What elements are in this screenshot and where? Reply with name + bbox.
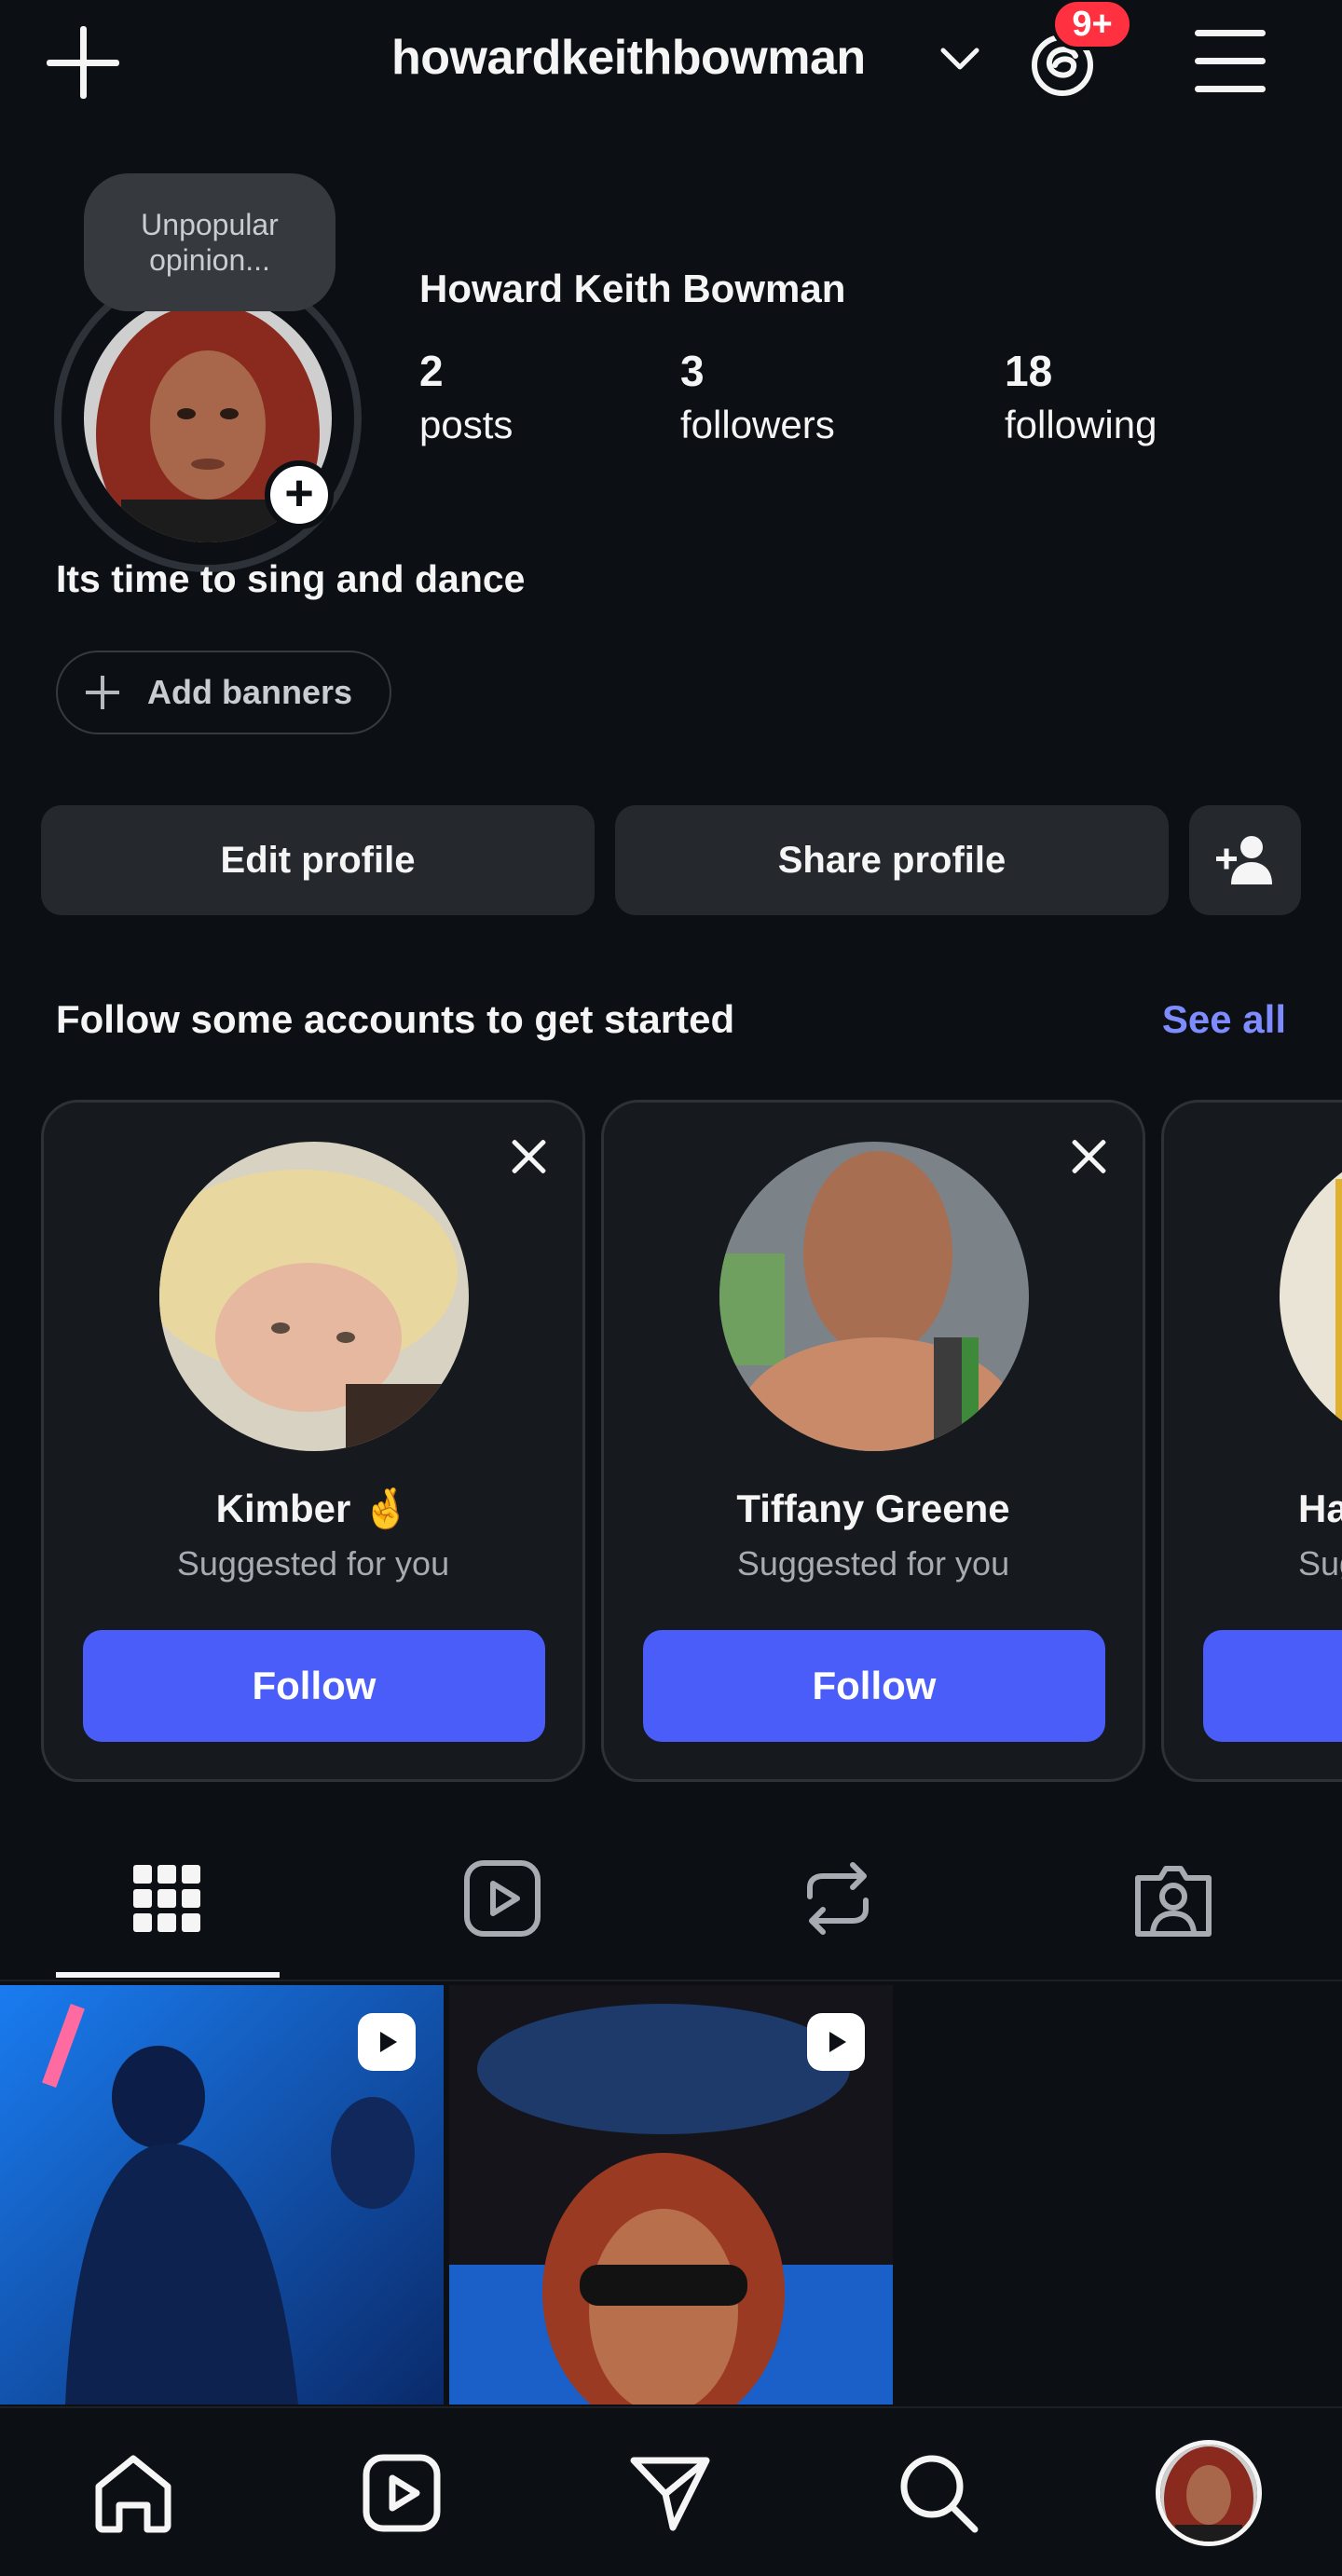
suggestion-card[interactable]: Tiffany Greene Suggested for you Follow [601, 1100, 1145, 1782]
suggestion-subtitle: Sug [1298, 1544, 1342, 1583]
suggestion-card[interactable]: Kimber 🤞 Suggested for you Follow [41, 1100, 585, 1782]
suggestion-avatar[interactable] [159, 1142, 469, 1451]
direct-icon [630, 2457, 710, 2531]
reels-icon [464, 1860, 541, 1937]
discover-people-button[interactable] [1189, 805, 1301, 915]
reel-badge-icon [358, 2013, 416, 2071]
edit-profile-button[interactable]: Edit profile [41, 805, 595, 915]
tab-grid[interactable] [125, 1857, 209, 1940]
reels-icon [363, 2454, 441, 2532]
plus-icon[interactable] [47, 26, 119, 99]
tab-reels[interactable] [460, 1857, 544, 1940]
suggestion-subtitle: Suggested for you [176, 1544, 450, 1583]
post-thumbnail[interactable] [0, 1985, 444, 2405]
grid-icon [133, 1865, 200, 1932]
plus-icon [86, 676, 119, 709]
note-text: Unpopular opinion... [141, 208, 279, 277]
stat-following[interactable]: 18 following [1005, 343, 1157, 451]
reel-badge-icon [807, 2013, 865, 2071]
see-all-link[interactable]: See all [1162, 997, 1286, 1042]
add-story-button[interactable]: + [265, 460, 334, 529]
nav-reels[interactable] [360, 2451, 444, 2535]
stat-value: 2 [419, 347, 444, 395]
close-icon[interactable] [1068, 1136, 1109, 1177]
top-bar: howardkeithbowman 9+ [0, 0, 1342, 126]
suggestion-card[interactable]: Ha Sug [1161, 1100, 1342, 1782]
stat-value: 3 [680, 347, 705, 395]
notification-badge: 9+ [1051, 0, 1133, 50]
bio: Its time to sing and dance [56, 557, 526, 600]
stat-label: followers [680, 403, 835, 446]
share-profile-button[interactable]: Share profile [615, 805, 1169, 915]
home-icon [95, 2455, 171, 2533]
bottom-nav [0, 2406, 1342, 2576]
stat-value: 18 [1005, 347, 1053, 395]
stat-label: posts [419, 403, 514, 446]
close-icon[interactable] [508, 1136, 549, 1177]
suggestions-title: Follow some accounts to get started [56, 997, 735, 1041]
active-tab-indicator [56, 1972, 280, 1978]
username-switcher[interactable]: howardkeithbowman [391, 30, 866, 86]
note-bubble[interactable]: Unpopular opinion... [84, 173, 336, 311]
add-banners-button[interactable]: Add banners [56, 651, 391, 734]
follow-button[interactable]: Follow [83, 1630, 545, 1742]
stat-posts[interactable]: 2 posts [419, 343, 513, 451]
suggestion-avatar[interactable] [719, 1142, 1029, 1451]
nav-search[interactable] [897, 2451, 980, 2535]
follow-button[interactable]: Follow [643, 1630, 1105, 1742]
profile-avatar[interactable] [1156, 2440, 1262, 2546]
tab-tagged[interactable] [1131, 1857, 1215, 1940]
tab-reposts[interactable] [796, 1857, 880, 1940]
add-person-icon [1216, 836, 1272, 884]
full-name: Howard Keith Bowman [419, 267, 846, 310]
stat-followers[interactable]: 3 followers [680, 343, 835, 451]
search-icon [900, 2455, 979, 2533]
reposts-icon [807, 1862, 869, 1935]
post-thumbnail[interactable] [449, 1985, 893, 2405]
suggestion-avatar[interactable] [1280, 1142, 1342, 1451]
menu-icon[interactable] [1195, 28, 1266, 93]
tagged-icon [1135, 1866, 1212, 1937]
content-tabs [0, 1843, 1342, 1981]
add-banners-label: Add banners [147, 673, 353, 711]
nav-home[interactable] [91, 2451, 175, 2535]
stat-label: following [1005, 403, 1157, 446]
nav-direct[interactable] [628, 2451, 712, 2535]
plus-icon: + [284, 465, 314, 521]
suggestion-name: Ha [1298, 1487, 1342, 1530]
suggestion-name: Tiffany Greene [736, 1487, 1010, 1530]
suggestion-subtitle: Suggested for you [736, 1544, 1010, 1583]
chevron-down-icon[interactable] [939, 45, 980, 73]
suggestion-name: Kimber 🤞 [215, 1487, 411, 1530]
follow-button[interactable] [1203, 1630, 1342, 1742]
profile-page: howardkeithbowman 9+ + Unpopular opinion… [0, 0, 1342, 2576]
